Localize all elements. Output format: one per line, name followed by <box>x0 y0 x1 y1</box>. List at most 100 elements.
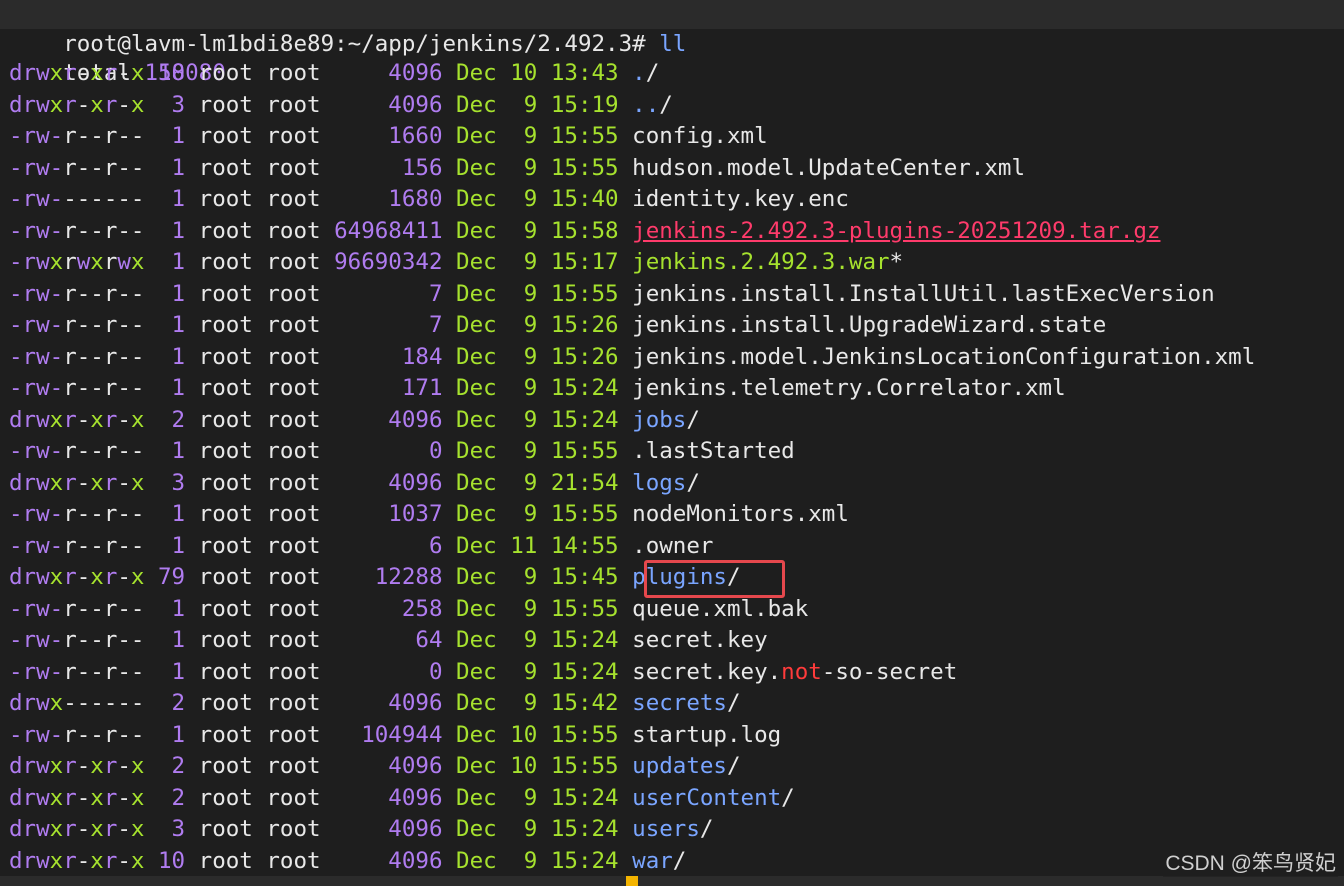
file-size: 4096 <box>334 847 443 874</box>
file-size: 1680 <box>334 186 443 212</box>
day: 9 <box>510 847 538 874</box>
terminal-cursor <box>626 876 638 886</box>
file-name: ./ <box>632 60 660 86</box>
time: 15:55 <box>550 438 619 464</box>
group: root <box>266 753 321 779</box>
month: Dec <box>456 312 497 338</box>
time: 15:24 <box>550 375 619 401</box>
permissions: -rw-r--r-- <box>9 501 145 527</box>
day: 9 <box>510 186 538 212</box>
next-prompt-strip <box>0 876 1344 886</box>
link-count: 1 <box>158 658 186 685</box>
permissions: drwxr-xr-x <box>9 784 145 811</box>
month: Dec <box>456 627 497 653</box>
permissions: drwxr-xr-x <box>9 469 145 496</box>
day: 9 <box>510 784 538 811</box>
permissions: -rw-r--r-- <box>9 658 145 685</box>
file-name: logs/ <box>632 469 700 496</box>
file-name: .owner <box>632 532 714 559</box>
file-name: nodeMonitors.xml <box>632 501 849 527</box>
group: root <box>266 627 321 653</box>
time: 15:24 <box>550 847 619 874</box>
time: 15:24 <box>550 627 619 653</box>
owner: root <box>198 816 253 842</box>
file-size: 4096 <box>334 406 443 433</box>
month: Dec <box>456 595 497 622</box>
link-count: 10 <box>158 60 186 86</box>
group: root <box>266 469 321 496</box>
day: 9 <box>510 154 538 181</box>
day: 9 <box>510 469 538 496</box>
link-count: 1 <box>158 595 186 622</box>
group: root <box>266 249 321 275</box>
group: root <box>266 280 321 307</box>
file-size: 0 <box>334 658 443 685</box>
permissions: -rwxrwxrwx <box>9 249 145 275</box>
owner: root <box>198 217 253 244</box>
time: 15:26 <box>550 343 619 370</box>
owner: root <box>198 154 253 181</box>
file-size: 104944 <box>334 721 443 748</box>
file-name: secrets/ <box>632 690 741 716</box>
month: Dec <box>456 186 497 212</box>
permissions: drwx------ <box>9 690 145 716</box>
time: 14:55 <box>550 532 619 559</box>
group: root <box>266 406 321 433</box>
day: 9 <box>510 564 538 590</box>
list-item: drwxr-xr-x 3 root root 4096 Dec 9 15:19 … <box>9 90 1344 122</box>
time: 15:55 <box>550 154 619 181</box>
list-item: -rw-r--r-- 1 root root 171 Dec 9 15:24 j… <box>9 373 1344 405</box>
time: 15:55 <box>550 123 619 149</box>
permissions: -rw-r--r-- <box>9 595 145 622</box>
permissions: drwxr-xr-x <box>9 564 145 590</box>
owner: root <box>198 343 253 370</box>
time: 15:55 <box>550 501 619 527</box>
file-name: ../ <box>632 91 673 118</box>
file-name: jenkins.model.JenkinsLocationConfigurati… <box>632 343 1256 370</box>
day: 9 <box>510 816 538 842</box>
month: Dec <box>456 753 497 779</box>
owner: root <box>198 753 253 779</box>
terminal-window[interactable]: root@lavm-lm1bdi8e89:~/app/jenkins/2.492… <box>0 0 1344 886</box>
list-item: -rw-r--r-- 1 root root 156 Dec 9 15:55 h… <box>9 153 1344 185</box>
list-item: -rw-r--r-- 1 root root 1037 Dec 9 15:55 … <box>9 499 1344 531</box>
link-count: 1 <box>158 312 186 338</box>
link-count: 1 <box>158 375 186 401</box>
owner: root <box>198 627 253 653</box>
link-count: 1 <box>158 721 186 748</box>
link-count: 2 <box>158 406 186 433</box>
day: 9 <box>510 249 538 275</box>
day: 9 <box>510 312 538 338</box>
month: Dec <box>456 469 497 496</box>
permissions: -rw-r--r-- <box>9 627 145 653</box>
owner: root <box>198 375 253 401</box>
month: Dec <box>456 532 497 559</box>
group: root <box>266 690 321 716</box>
file-size: 4096 <box>334 91 443 118</box>
file-size: 96690342 <box>334 249 443 275</box>
permissions: drwxr-xr-x <box>9 816 145 842</box>
file-name: war/ <box>632 847 687 874</box>
time: 15:24 <box>550 406 619 433</box>
list-item: drwxr-xr-x 10 root root 4096 Dec 9 15:24… <box>9 846 1344 878</box>
owner: root <box>198 249 253 275</box>
time: 15:26 <box>550 312 619 338</box>
month: Dec <box>456 564 497 590</box>
list-item: drwxr-xr-x 3 root root 4096 Dec 9 21:54 … <box>9 468 1344 500</box>
group: root <box>266 375 321 401</box>
link-count: 3 <box>158 816 186 842</box>
link-count: 1 <box>158 501 186 527</box>
permissions: -rw-r--r-- <box>9 123 145 149</box>
link-count: 1 <box>158 186 186 212</box>
group: root <box>266 847 321 874</box>
time: 15:19 <box>550 91 619 118</box>
month: Dec <box>456 217 497 244</box>
permissions: -rw-r--r-- <box>9 343 145 370</box>
day: 10 <box>510 753 538 779</box>
list-item: drwxr-xr-x 3 root root 4096 Dec 9 15:24 … <box>9 814 1344 846</box>
list-item: -rw-r--r-- 1 root root 258 Dec 9 15:55 q… <box>9 594 1344 626</box>
link-count: 10 <box>158 847 186 874</box>
file-name: jenkins.install.InstallUtil.lastExecVers… <box>632 280 1215 307</box>
owner: root <box>198 438 253 464</box>
time: 21:54 <box>550 469 619 496</box>
